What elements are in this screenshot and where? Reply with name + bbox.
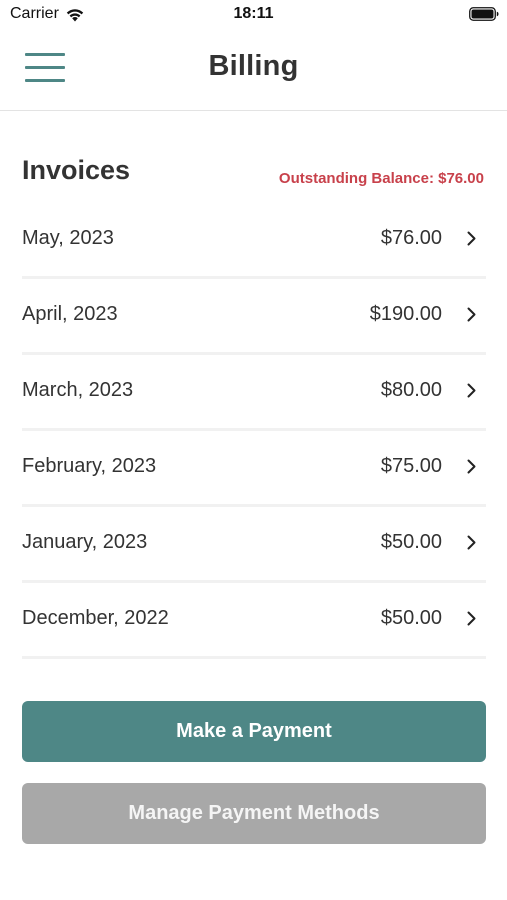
invoice-row[interactable]: March, 2023 $80.00 [22,355,486,431]
status-time: 18:11 [233,5,274,22]
chevron-right-icon [467,383,476,398]
invoice-row[interactable]: January, 2023 $50.00 [22,507,486,583]
chevron-right-icon [467,231,476,246]
invoice-row[interactable]: May, 2023 $76.00 [22,203,486,279]
invoice-list: May, 2023 $76.00 April, 2023 $190.00 Mar… [22,203,486,659]
invoice-amount: $76.00 [380,227,442,249]
invoice-amount: $75.00 [380,455,442,477]
billing-screen: Carrier 18:11 Billing Invoices Outstandi… [0,0,507,900]
invoice-row[interactable]: December, 2022 $50.00 [22,583,486,659]
chevron-right-icon [467,459,476,474]
manage-payment-methods-button[interactable]: Manage Payment Methods [22,783,486,844]
chevron-right-icon [467,535,476,550]
invoice-date: February, 2023 [22,455,157,477]
chevron-right-icon [467,611,476,626]
outstanding-balance: Outstanding Balance: $76.00 [278,170,484,187]
chevron-right-icon [467,307,476,322]
invoice-date: March, 2023 [22,379,134,401]
invoice-amount: $50.00 [380,531,442,553]
invoice-amount: $190.00 [369,303,442,325]
navigation-bar: Billing [0,30,507,111]
invoices-heading: Invoices [22,155,131,185]
invoice-date: January, 2023 [22,531,148,553]
invoice-date: May, 2023 [22,227,114,249]
make-payment-button[interactable]: Make a Payment [22,701,486,762]
invoice-amount: $80.00 [380,379,442,401]
invoice-date: April, 2023 [22,303,118,325]
status-bar: Carrier 18:11 [0,0,507,30]
battery-icon [469,7,499,21]
invoice-date: December, 2022 [22,607,169,629]
invoice-row[interactable]: April, 2023 $190.00 [22,279,486,355]
invoice-row[interactable]: February, 2023 $75.00 [22,431,486,507]
page-title: Billing [208,50,299,82]
invoice-amount: $50.00 [380,607,442,629]
